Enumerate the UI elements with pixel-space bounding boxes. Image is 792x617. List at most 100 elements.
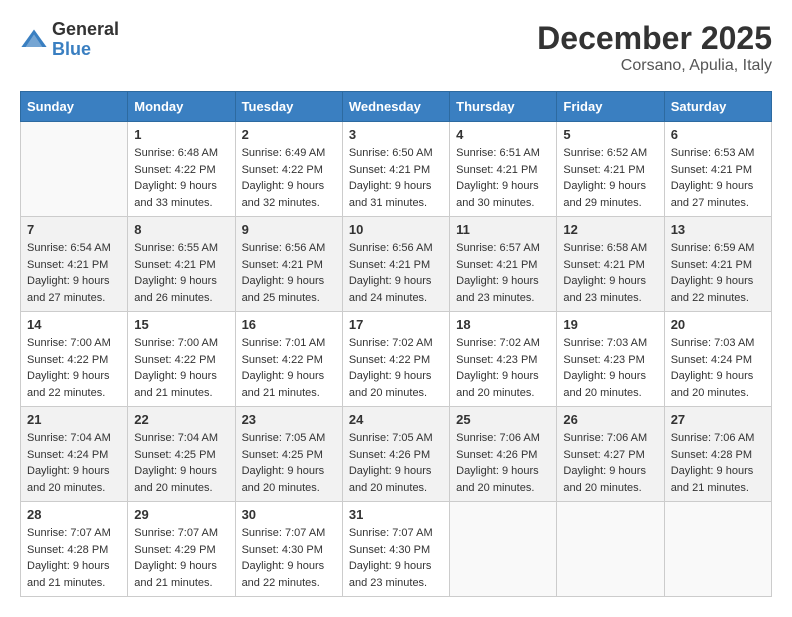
calendar-day-cell: 1 Sunrise: 6:48 AMSunset: 4:22 PMDaylight… <box>128 122 235 217</box>
day-info: Sunrise: 7:07 AMSunset: 4:28 PMDaylight:… <box>27 525 121 591</box>
calendar-day-cell <box>21 122 128 217</box>
calendar-week-row: 1 Sunrise: 6:48 AMSunset: 4:22 PMDaylight… <box>21 122 772 217</box>
calendar-day-cell: 8Sunrise: 6:55 AMSunset: 4:21 PMDaylight… <box>128 217 235 312</box>
calendar-week-row: 14 Sunrise: 7:00 AMSunset: 4:22 PMDayligh… <box>21 312 772 407</box>
day-number: 24 <box>349 412 443 427</box>
calendar-day-cell: 3 Sunrise: 6:50 AMSunset: 4:21 PMDaylight… <box>342 122 449 217</box>
day-number: 22 <box>134 412 228 427</box>
calendar-day-cell: 21Sunrise: 7:04 AMSunset: 4:24 PMDayligh… <box>21 407 128 502</box>
calendar-day-cell: 26Sunrise: 7:06 AMSunset: 4:27 PMDayligh… <box>557 407 664 502</box>
day-info: Sunrise: 7:02 AMSunset: 4:23 PMDaylight:… <box>456 335 550 401</box>
calendar-week-row: 28 Sunrise: 7:07 AMSunset: 4:28 PMDayligh… <box>21 502 772 597</box>
calendar-day-cell: 17 Sunrise: 7:02 AMSunset: 4:22 PMDayligh… <box>342 312 449 407</box>
day-info: Sunrise: 7:07 AMSunset: 4:29 PMDaylight:… <box>134 525 228 591</box>
day-number: 31 <box>349 507 443 522</box>
calendar-day-cell <box>557 502 664 597</box>
day-number: 27 <box>671 412 765 427</box>
day-number: 25 <box>456 412 550 427</box>
page-header: General Blue December 2025 Corsano, Apul… <box>20 20 772 75</box>
day-info: Sunrise: 6:51 AMSunset: 4:21 PMDaylight:… <box>456 145 550 211</box>
day-number: 26 <box>563 412 657 427</box>
calendar-day-cell: 20 Sunrise: 7:03 AMSunset: 4:24 PMDayligh… <box>664 312 771 407</box>
day-info: Sunrise: 6:58 AMSunset: 4:21 PMDaylight:… <box>563 240 657 306</box>
day-number: 28 <box>27 507 121 522</box>
calendar-day-cell: 23 Sunrise: 7:05 AMSunset: 4:25 PMDayligh… <box>235 407 342 502</box>
day-number: 5 <box>563 127 657 142</box>
day-number: 14 <box>27 317 121 332</box>
calendar-day-header: Wednesday <box>342 92 449 122</box>
calendar-day-cell: 16Sunrise: 7:01 AMSunset: 4:22 PMDayligh… <box>235 312 342 407</box>
calendar-day-cell: 11 Sunrise: 6:57 AMSunset: 4:21 PMDayligh… <box>450 217 557 312</box>
calendar-day-cell: 4 Sunrise: 6:51 AMSunset: 4:21 PMDaylight… <box>450 122 557 217</box>
day-number: 1 <box>134 127 228 142</box>
calendar-day-cell <box>450 502 557 597</box>
day-number: 4 <box>456 127 550 142</box>
day-info: Sunrise: 7:05 AMSunset: 4:25 PMDaylight:… <box>242 430 336 496</box>
day-number: 16 <box>242 317 336 332</box>
month-title: December 2025 <box>537 20 772 57</box>
day-info: Sunrise: 6:50 AMSunset: 4:21 PMDaylight:… <box>349 145 443 211</box>
day-info: Sunrise: 6:57 AMSunset: 4:21 PMDaylight:… <box>456 240 550 306</box>
logo-general-text: General <box>52 20 119 40</box>
calendar-day-cell: 27 Sunrise: 7:06 AMSunset: 4:28 PMDayligh… <box>664 407 771 502</box>
calendar-table: SundayMondayTuesdayWednesdayThursdayFrid… <box>20 91 772 597</box>
day-number: 17 <box>349 317 443 332</box>
calendar-day-cell: 15Sunrise: 7:00 AMSunset: 4:22 PMDayligh… <box>128 312 235 407</box>
day-number: 29 <box>134 507 228 522</box>
location-text: Corsano, Apulia, Italy <box>537 57 772 75</box>
day-number: 19 <box>563 317 657 332</box>
day-info: Sunrise: 7:07 AMSunset: 4:30 PMDaylight:… <box>242 525 336 591</box>
calendar-day-cell: 18 Sunrise: 7:02 AMSunset: 4:23 PMDayligh… <box>450 312 557 407</box>
calendar-day-header: Thursday <box>450 92 557 122</box>
day-info: Sunrise: 7:07 AMSunset: 4:30 PMDaylight:… <box>349 525 443 591</box>
calendar-day-cell: 22 Sunrise: 7:04 AMSunset: 4:25 PMDayligh… <box>128 407 235 502</box>
title-block: December 2025 Corsano, Apulia, Italy <box>537 20 772 75</box>
calendar-day-cell: 29 Sunrise: 7:07 AMSunset: 4:29 PMDayligh… <box>128 502 235 597</box>
calendar-day-cell: 10Sunrise: 6:56 AMSunset: 4:21 PMDayligh… <box>342 217 449 312</box>
calendar-week-row: 21Sunrise: 7:04 AMSunset: 4:24 PMDayligh… <box>21 407 772 502</box>
day-number: 7 <box>27 222 121 237</box>
day-number: 23 <box>242 412 336 427</box>
day-number: 30 <box>242 507 336 522</box>
calendar-day-cell: 7Sunrise: 6:54 AMSunset: 4:21 PMDaylight… <box>21 217 128 312</box>
calendar-day-cell: 12 Sunrise: 6:58 AMSunset: 4:21 PMDayligh… <box>557 217 664 312</box>
calendar-day-cell: 31 Sunrise: 7:07 AMSunset: 4:30 PMDayligh… <box>342 502 449 597</box>
day-info: Sunrise: 6:53 AMSunset: 4:21 PMDaylight:… <box>671 145 765 211</box>
day-number: 2 <box>242 127 336 142</box>
calendar-day-header: Tuesday <box>235 92 342 122</box>
day-info: Sunrise: 7:05 AMSunset: 4:26 PMDaylight:… <box>349 430 443 496</box>
calendar-day-header: Monday <box>128 92 235 122</box>
day-number: 12 <box>563 222 657 237</box>
day-number: 15 <box>134 317 228 332</box>
day-number: 3 <box>349 127 443 142</box>
day-info: Sunrise: 7:00 AMSunset: 4:22 PMDaylight:… <box>27 335 121 401</box>
calendar-day-cell: 2 Sunrise: 6:49 AMSunset: 4:22 PMDaylight… <box>235 122 342 217</box>
calendar-day-cell: 9Sunrise: 6:56 AMSunset: 4:21 PMDaylight… <box>235 217 342 312</box>
calendar-day-header: Saturday <box>664 92 771 122</box>
day-number: 11 <box>456 222 550 237</box>
day-number: 18 <box>456 317 550 332</box>
day-info: Sunrise: 7:02 AMSunset: 4:22 PMDaylight:… <box>349 335 443 401</box>
calendar-day-cell: 30 Sunrise: 7:07 AMSunset: 4:30 PMDayligh… <box>235 502 342 597</box>
calendar-day-cell: 28 Sunrise: 7:07 AMSunset: 4:28 PMDayligh… <box>21 502 128 597</box>
logo-icon <box>20 26 48 54</box>
day-info: Sunrise: 7:04 AMSunset: 4:25 PMDaylight:… <box>134 430 228 496</box>
logo: General Blue <box>20 20 119 60</box>
day-info: Sunrise: 6:59 AMSunset: 4:21 PMDaylight:… <box>671 240 765 306</box>
calendar-day-cell: 19Sunrise: 7:03 AMSunset: 4:23 PMDayligh… <box>557 312 664 407</box>
calendar-day-cell <box>664 502 771 597</box>
day-info: Sunrise: 7:03 AMSunset: 4:24 PMDaylight:… <box>671 335 765 401</box>
day-info: Sunrise: 6:55 AMSunset: 4:21 PMDaylight:… <box>134 240 228 306</box>
day-number: 13 <box>671 222 765 237</box>
day-info: Sunrise: 6:49 AMSunset: 4:22 PMDaylight:… <box>242 145 336 211</box>
day-info: Sunrise: 6:48 AMSunset: 4:22 PMDaylight:… <box>134 145 228 211</box>
logo-text: General Blue <box>52 20 119 60</box>
calendar-day-cell: 24 Sunrise: 7:05 AMSunset: 4:26 PMDayligh… <box>342 407 449 502</box>
day-number: 20 <box>671 317 765 332</box>
day-info: Sunrise: 7:06 AMSunset: 4:28 PMDaylight:… <box>671 430 765 496</box>
calendar-day-cell: 6Sunrise: 6:53 AMSunset: 4:21 PMDaylight… <box>664 122 771 217</box>
logo-blue-text: Blue <box>52 40 119 60</box>
day-info: Sunrise: 7:06 AMSunset: 4:26 PMDaylight:… <box>456 430 550 496</box>
calendar-day-cell: 25 Sunrise: 7:06 AMSunset: 4:26 PMDayligh… <box>450 407 557 502</box>
calendar-week-row: 7Sunrise: 6:54 AMSunset: 4:21 PMDaylight… <box>21 217 772 312</box>
